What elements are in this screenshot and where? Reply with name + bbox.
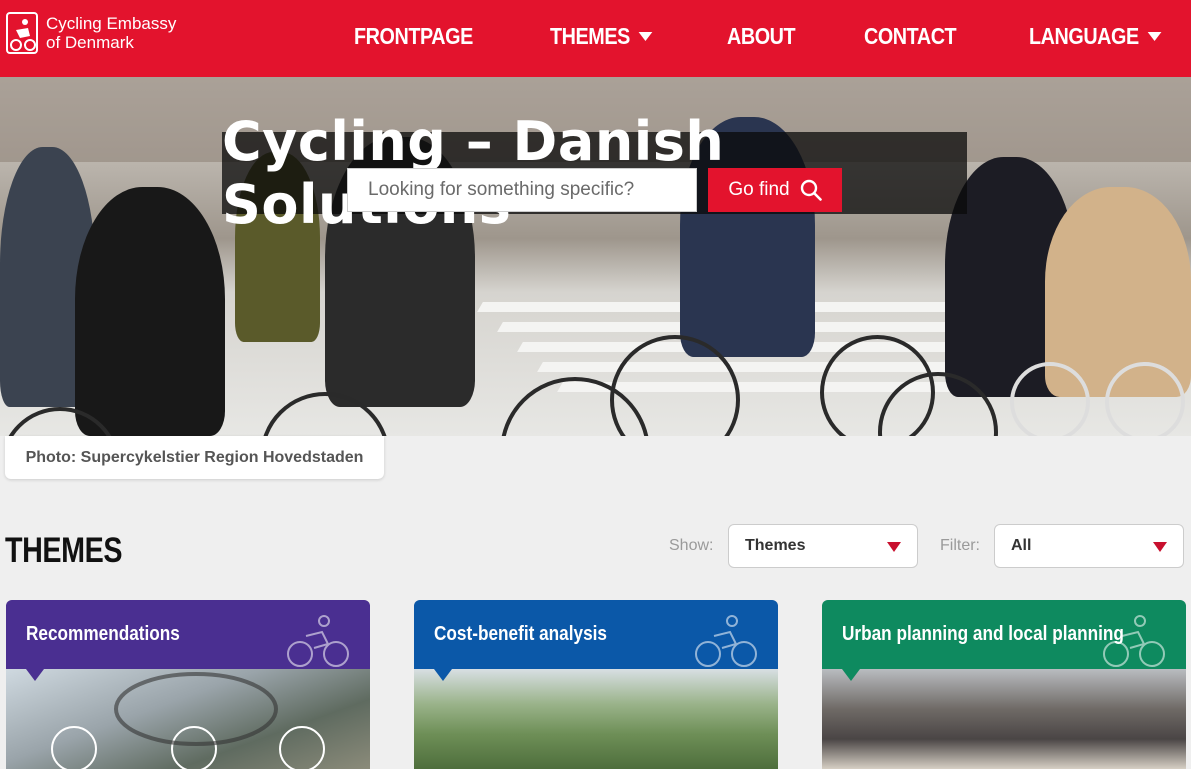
theme-card-urban-planning[interactable]: Urban planning and local planning — [822, 600, 1186, 769]
theme-card-cost-benefit[interactable]: Cost-benefit analysis — [414, 600, 778, 769]
theme-card-recommendations[interactable]: Recommendations — [6, 600, 370, 769]
nav-item-about[interactable]: ABOUT — [727, 23, 796, 50]
go-find-label: Go find — [728, 179, 790, 200]
filter-label: Filter: — [940, 537, 980, 554]
card-image — [822, 669, 1186, 769]
card-title: Cost-benefit analysis — [434, 623, 608, 645]
dropdown-arrow-icon — [1153, 542, 1167, 552]
site-header: Cycling Embassy of Denmark FRONTPAGE THE… — [0, 0, 1191, 77]
nav-item-themes[interactable]: THEMES — [550, 23, 653, 50]
bicycle-icon — [287, 615, 349, 667]
filter-select-value: All — [1011, 537, 1032, 554]
bicycle-icon — [1103, 615, 1165, 667]
nav-item-language[interactable]: LANGUAGE — [1029, 23, 1162, 50]
filter-select[interactable]: All — [994, 524, 1184, 568]
bicycle-icon — [695, 615, 757, 667]
search-input[interactable] — [347, 168, 697, 212]
chevron-down-icon — [1147, 31, 1162, 41]
photo-credit: Photo: Supercykelstier Region Hovedstade… — [5, 436, 384, 479]
main-nav: FRONTPAGE THEMES ABOUT CONTACT LANGUAGE — [354, 0, 1191, 72]
hero-banner: Cycling – Danish Solutions — [0, 77, 1191, 436]
card-title: Recommendations — [26, 623, 180, 645]
go-find-button[interactable]: Go find — [708, 168, 842, 212]
logo-line-1: Cycling Embassy — [46, 14, 177, 33]
show-select[interactable]: Themes — [728, 524, 918, 568]
nav-item-frontpage[interactable]: FRONTPAGE — [354, 23, 473, 50]
section-title: THEMES — [5, 531, 123, 570]
dropdown-arrow-icon — [887, 542, 901, 552]
search-icon — [800, 179, 822, 201]
show-label: Show: — [669, 537, 714, 554]
logo-line-2: of Denmark — [46, 33, 134, 52]
show-select-value: Themes — [745, 537, 806, 554]
site-logo[interactable]: Cycling Embassy of Denmark — [6, 12, 176, 54]
logo-icon — [6, 12, 38, 54]
nav-item-contact[interactable]: CONTACT — [864, 23, 957, 50]
card-title: Urban planning and local planning — [842, 623, 1124, 645]
card-image — [414, 669, 778, 769]
chevron-down-icon — [638, 31, 653, 41]
card-image — [6, 669, 370, 769]
